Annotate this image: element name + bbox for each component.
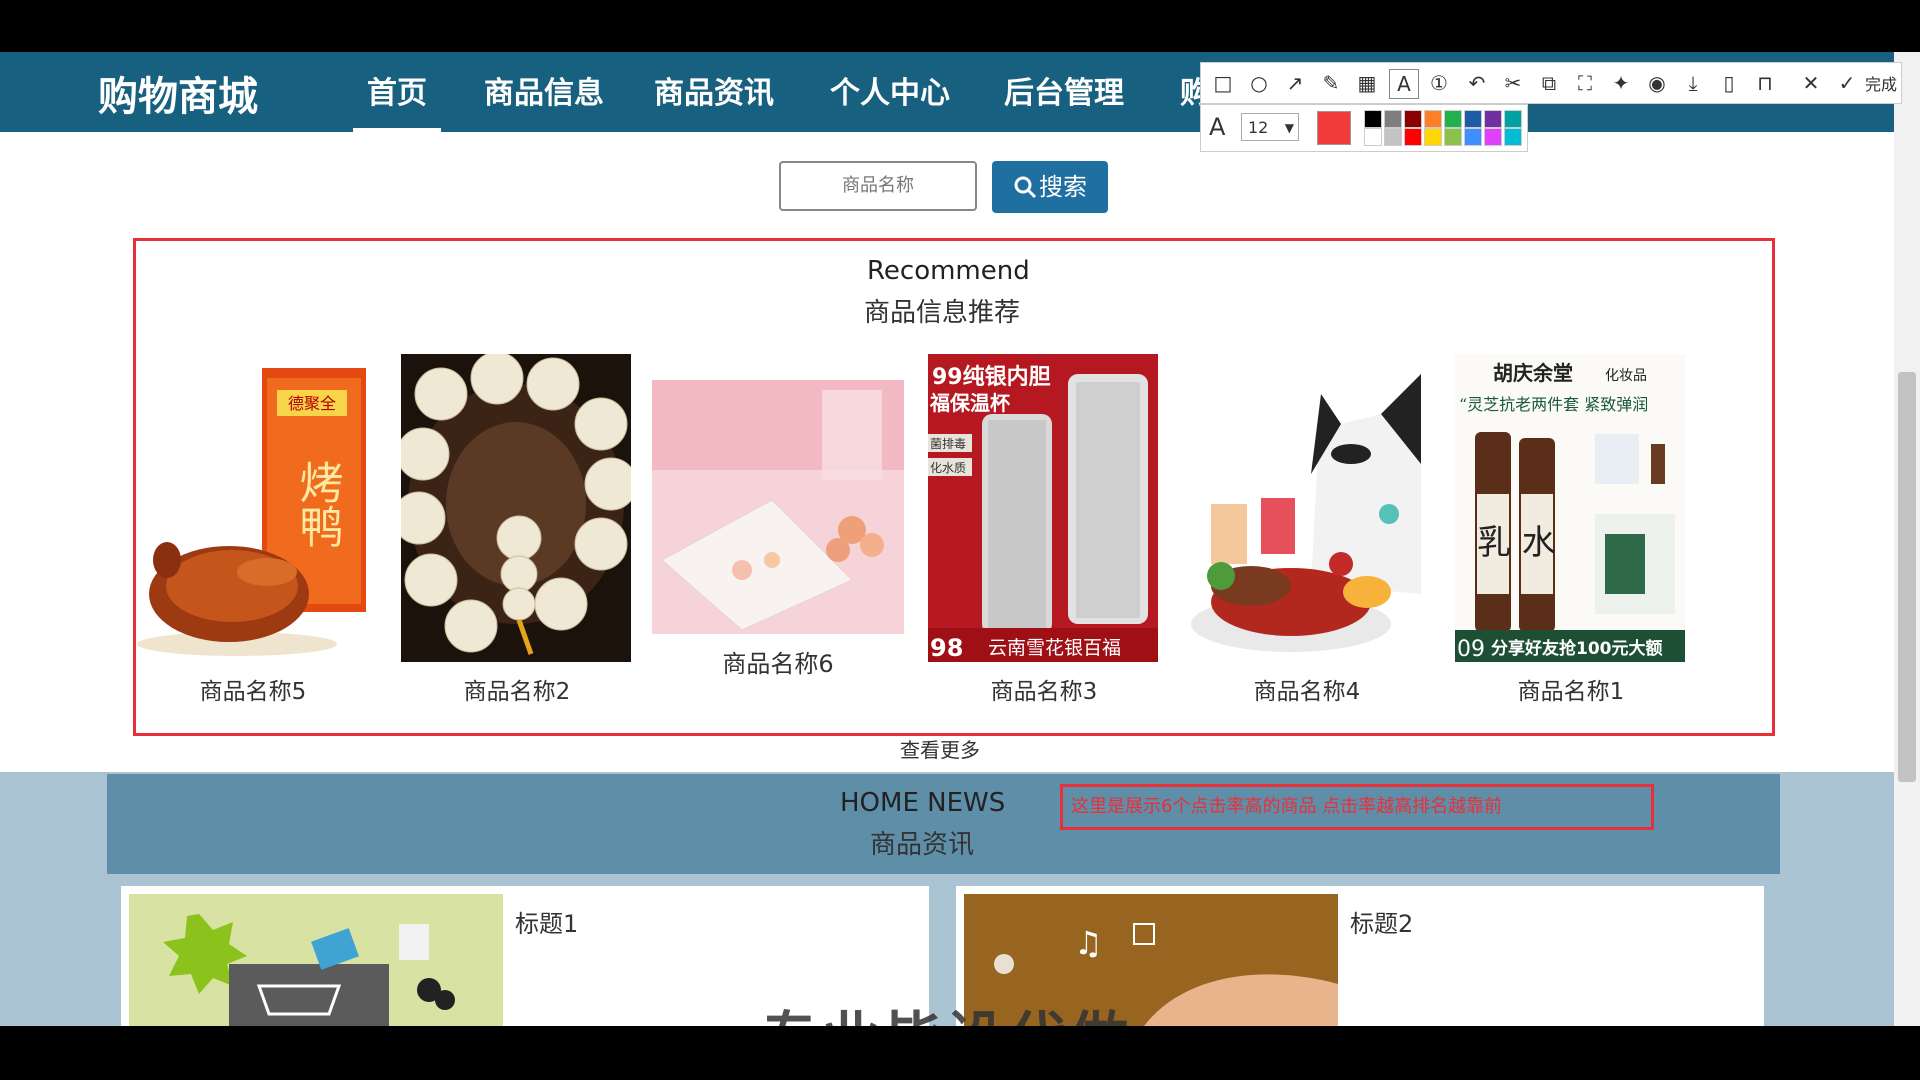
text-icon[interactable]: A (1389, 69, 1419, 99)
thermos-tag2-text: 化水质 (930, 461, 966, 475)
cosmetics-promo-text: 分享好友抢100元大额 (1491, 638, 1663, 659)
browser-viewport: 购物商城 首页 商品信息 商品资讯 个人中心 后台管理 购 商品名称 搜索 Re… (0, 52, 1920, 1026)
rectangle-icon[interactable]: □ (1209, 69, 1237, 97)
undo-icon[interactable]: ↶ (1463, 69, 1491, 97)
search-icon (1014, 176, 1037, 199)
scrollbar-thumb[interactable] (1898, 372, 1916, 782)
color-swatch[interactable] (1364, 128, 1382, 146)
product-image-bead-bracelet[interactable] (401, 354, 631, 662)
product-name[interactable]: 商品名称5 (137, 672, 369, 706)
circle-icon[interactable]: ○ (1245, 69, 1273, 97)
product-name[interactable]: 商品名称1 (1455, 672, 1687, 706)
color-swatch[interactable] (1464, 110, 1482, 128)
search-button[interactable]: 搜索 (992, 161, 1108, 213)
duck-box-text: 烤鸭 (292, 460, 343, 548)
product-name[interactable]: 商品名称2 (401, 672, 633, 706)
product-image-pink-dessert[interactable] (652, 380, 904, 634)
product-name[interactable]: 商品名称3 (928, 672, 1160, 706)
product-image-cosmetics[interactable]: 胡庆余堂 化妆品 “灵芝抗老两件套 紧致弹润 乳 水 09 分享好友抢100元大… (1455, 354, 1685, 662)
color-swatch[interactable] (1424, 128, 1442, 146)
bookmark-icon[interactable]: ⊓ (1751, 69, 1779, 97)
check-icon[interactable]: ✓ (1833, 69, 1861, 97)
thermos-price-text: 98 (930, 634, 963, 662)
product-image-silver-thermos[interactable]: 99纯银内胆 福保温杯 菌排毒 化水质 98 云南雪花银百福 (928, 354, 1158, 662)
product-card[interactable]: 99纯银内胆 福保温杯 菌排毒 化水质 98 云南雪花银百福 商品名称3 (928, 354, 1160, 705)
overlay-watermark-text: 专业毕设代做 (760, 992, 1132, 1026)
nav-admin[interactable]: 后台管理 (1004, 68, 1124, 132)
product-card[interactable]: 德聚全 烤鸭 商品名称5 (137, 354, 369, 705)
product-card[interactable]: 胡庆余堂 化妆品 “灵芝抗老两件套 紧致弹润 乳 水 09 分享好友抢100元大… (1455, 354, 1687, 705)
news-title-cn: 商品资讯 (870, 830, 975, 860)
annotation-text-box[interactable]: 这里是展示6个点击率高的商品 点击率越高排名越靠前 (1060, 784, 1654, 830)
news-thumb-shopping-cart[interactable] (129, 894, 503, 1026)
selected-color-swatch[interactable] (1317, 111, 1351, 145)
number-icon[interactable]: ① (1425, 69, 1453, 97)
color-swatch[interactable] (1484, 128, 1502, 146)
thermos-top-text: 99纯银内胆 (932, 364, 1051, 390)
product-image-snack-cat[interactable] (1191, 354, 1421, 662)
svg-text:♫: ♫ (1074, 924, 1103, 962)
color-swatch[interactable] (1464, 128, 1482, 146)
news-title-en: HOME NEWS (840, 788, 1006, 818)
thermos-bottom-text: 云南雪花银百福 (988, 637, 1121, 659)
chevron-down-icon: ▼ (1284, 121, 1294, 135)
search-button-label: 搜索 (1039, 173, 1087, 201)
font-icon: A (1209, 113, 1226, 141)
arrow-icon[interactable]: ↗ (1281, 69, 1309, 97)
product-card[interactable]: 商品名称6 (652, 380, 904, 700)
color-swatch[interactable] (1384, 110, 1402, 128)
screenshot-toolbar: □ ○ ↗ ✎ ▦ A ① ↶ ✂ ⧉ ⛶ ✦ ◉ ⤓ ▯ ⊓ ✕ ✓ 完成 (1200, 62, 1902, 104)
thermos-tag1-text: 菌排毒 (930, 437, 966, 451)
duck-brand-text: 德聚全 (288, 394, 336, 413)
news-card-title[interactable]: 标题1 (515, 904, 578, 939)
color-swatch[interactable] (1484, 110, 1502, 128)
fullscreen-icon[interactable]: ⛶ (1571, 69, 1599, 97)
page-scrollbar[interactable] (1894, 52, 1920, 1026)
recommend-title-en: Recommend (867, 256, 1030, 286)
recommend-title-cn: 商品信息推荐 (864, 298, 1021, 328)
copy-icon[interactable]: ⧉ (1535, 69, 1563, 97)
view-more-link[interactable]: 查看更多 (900, 734, 980, 763)
save-icon[interactable]: ▯ (1715, 69, 1743, 97)
nav-home[interactable]: 首页 (353, 68, 441, 132)
cosmetics-category-text: 化妆品 (1605, 368, 1647, 384)
text-style-bar: A 12 ▼ (1200, 104, 1528, 152)
nav-personal-center[interactable]: 个人中心 (830, 68, 950, 132)
cosmetics-num-text: 09 (1457, 637, 1485, 662)
cosmetics-label-text: 乳 水 (1477, 523, 1556, 563)
product-name[interactable]: 商品名称6 (652, 644, 904, 679)
close-icon[interactable]: ✕ (1797, 69, 1825, 97)
nav-product-info[interactable]: 商品信息 (484, 68, 604, 132)
done-button[interactable]: 完成 (1865, 71, 1897, 95)
color-swatch[interactable] (1504, 110, 1522, 128)
font-size-value: 12 (1248, 118, 1269, 137)
search-input[interactable]: 商品名称 (779, 161, 977, 211)
color-swatch[interactable] (1404, 128, 1422, 146)
font-size-select[interactable]: 12 ▼ (1241, 113, 1299, 141)
color-swatch[interactable] (1404, 110, 1422, 128)
record-icon[interactable]: ◉ (1643, 69, 1671, 97)
product-card[interactable]: 商品名称2 (401, 354, 633, 705)
color-swatch[interactable] (1364, 110, 1382, 128)
cosmetics-brand-text: 胡庆余堂 (1493, 361, 1573, 385)
product-name[interactable]: 商品名称4 (1191, 672, 1423, 706)
cosmetics-slogan-text: “灵芝抗老两件套 紧致弹润 (1459, 395, 1648, 414)
product-image-roast-duck[interactable]: 德聚全 烤鸭 (137, 354, 367, 662)
nav-product-news[interactable]: 商品资讯 (654, 68, 774, 132)
color-swatch[interactable] (1444, 110, 1462, 128)
site-logo[interactable]: 购物商城 (98, 64, 258, 122)
pencil-icon[interactable]: ✎ (1317, 69, 1345, 97)
color-swatch[interactable] (1384, 128, 1402, 146)
cut-icon[interactable]: ✂ (1499, 69, 1527, 97)
color-swatch[interactable] (1444, 128, 1462, 146)
color-swatch[interactable] (1504, 128, 1522, 146)
download-icon[interactable]: ⤓ (1679, 69, 1707, 97)
mosaic-icon[interactable]: ▦ (1353, 69, 1381, 97)
pin-icon[interactable]: ✦ (1607, 69, 1635, 97)
news-card-title[interactable]: 标题2 (1350, 904, 1413, 939)
thermos-sub-text: 福保温杯 (929, 391, 1010, 415)
product-card[interactable]: 商品名称4 (1191, 354, 1423, 705)
color-swatch[interactable] (1424, 110, 1442, 128)
